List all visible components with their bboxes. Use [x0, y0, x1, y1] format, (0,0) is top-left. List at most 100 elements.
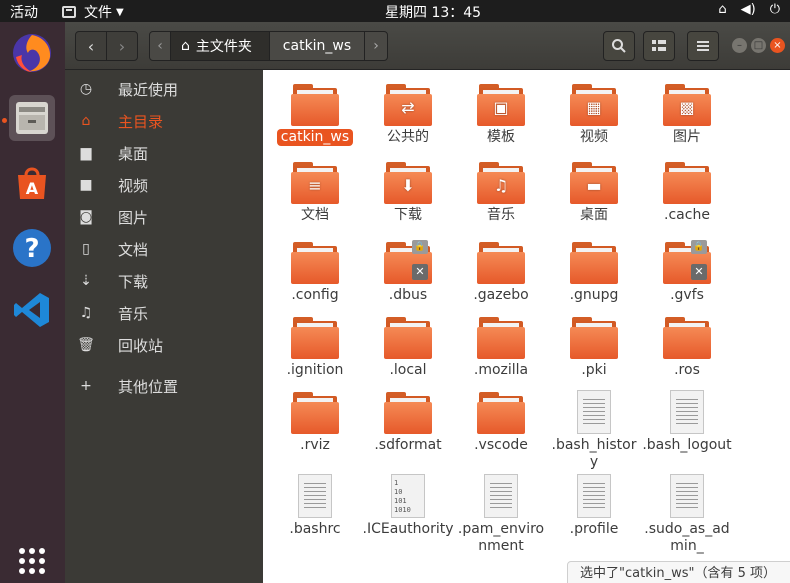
sidebar-item-label: 音乐	[118, 304, 149, 323]
maximize-button[interactable]: □	[751, 38, 766, 53]
folder-item[interactable]: .mozilla	[455, 315, 547, 379]
help-icon[interactable]: ?	[9, 225, 55, 271]
text-file-icon	[477, 474, 525, 518]
folder-icon	[570, 315, 618, 359]
folder-item[interactable]: .config	[269, 240, 361, 304]
app-menu[interactable]: 文件 ▼	[62, 2, 124, 22]
sidebar-item-label: 下载	[118, 272, 149, 291]
software-center-icon[interactable]: A	[9, 160, 55, 206]
breadcrumb-scroll-left[interactable]: ‹	[149, 31, 171, 61]
vscode-icon[interactable]	[9, 287, 55, 333]
lock-icon: 🔒	[691, 240, 707, 254]
folder-emblem-icon: ⬇	[401, 176, 415, 195]
folder-item[interactable]: 🔒 ✕ .dbus	[362, 240, 454, 304]
sidebar-item[interactable]: ■ 视频	[65, 170, 263, 200]
back-button[interactable]: ‹	[75, 31, 107, 61]
folder-item[interactable]: ⬇ 下载	[362, 160, 454, 224]
file-name-label: .pki	[581, 362, 607, 378]
folder-emblem-icon: ▣	[493, 98, 509, 117]
sidebar-item-label: 文档	[118, 240, 149, 259]
minimize-icon: –	[737, 40, 742, 51]
sidebar-item[interactable]: 🗑 回收站	[65, 330, 263, 360]
folder-icon: ⇄	[384, 82, 432, 126]
home-icon: ⌂	[181, 38, 190, 54]
folder-item[interactable]: .local	[362, 315, 454, 379]
clock[interactable]: 星期四 13：45	[385, 2, 481, 22]
text-file-icon	[663, 390, 711, 434]
folder-item[interactable]: .rviz	[269, 390, 361, 454]
close-button[interactable]: ×	[770, 38, 785, 53]
volume-icon[interactable]: ◀)	[741, 2, 756, 17]
system-tray[interactable]: ⌂ ◀) ⏻	[718, 2, 780, 17]
forward-button[interactable]: ›	[106, 31, 138, 61]
folder-item[interactable]: .sdformat	[362, 390, 454, 454]
sidebar-item[interactable]: ⇣ 下载	[65, 266, 263, 296]
clock-icon: ◷	[79, 81, 93, 97]
folder-item[interactable]: ▦ 视频	[548, 82, 640, 146]
files-icon[interactable]	[9, 95, 55, 141]
file-name-label: 模板	[487, 129, 515, 145]
folder-emblem-icon: ≡	[308, 176, 322, 195]
sidebar-item[interactable]: ◙ 图片	[65, 202, 263, 232]
folder-icon	[477, 390, 525, 434]
menu-button[interactable]	[687, 31, 719, 61]
folder-item[interactable]: .vscode	[455, 390, 547, 454]
folder-item[interactable]: 🔒 ✕ .gvfs	[641, 240, 733, 304]
folder-emblem-icon: ▦	[586, 98, 602, 117]
folder-item[interactable]: .cache	[641, 160, 733, 224]
folder-item[interactable]: ▩ 图片	[641, 82, 733, 146]
sidebar-item[interactable]: ▯ 文档	[65, 234, 263, 264]
file-item[interactable]: 1 10 101 1010 .ICEauthority	[362, 474, 454, 538]
folder-icon: 🔒 ✕	[663, 240, 711, 284]
folder-item[interactable]: .pki	[548, 315, 640, 379]
sidebar-item[interactable]: ⌂ 主目录	[65, 106, 263, 136]
folder-item[interactable]: ▣ 模板	[455, 82, 547, 146]
file-name-label: .ros	[674, 362, 700, 378]
video-icon: ■	[79, 177, 93, 193]
folder-item[interactable]: .gnupg	[548, 240, 640, 304]
show-apps-icon[interactable]	[9, 538, 55, 583]
breadcrumb-current-label: catkin_ws	[282, 38, 352, 54]
folder-item[interactable]: ≡ 文档	[269, 160, 361, 224]
file-item[interactable]: .bashrc	[269, 474, 361, 538]
no-access-icon: ✕	[412, 264, 428, 280]
sidebar-item[interactable]: ▆ 桌面	[65, 138, 263, 168]
file-item[interactable]: .profile	[548, 474, 640, 538]
file-item[interactable]: .pam_environment	[455, 474, 547, 555]
breadcrumb-scroll-right[interactable]: ›	[364, 31, 388, 61]
no-access-icon: ✕	[691, 264, 707, 280]
search-button[interactable]	[603, 31, 635, 61]
minimize-button[interactable]: –	[732, 38, 747, 53]
folder-item[interactable]: .ros	[641, 315, 733, 379]
file-item[interactable]: .bash_logout	[641, 390, 733, 454]
sidebar-item[interactable]: ♫ 音乐	[65, 298, 263, 328]
hamburger-menu-icon	[697, 41, 709, 51]
folder-icon	[384, 390, 432, 434]
file-item[interactable]: .bash_history	[548, 390, 640, 471]
accessibility-icon[interactable]: ⌂	[718, 2, 726, 17]
breadcrumb-home[interactable]: ⌂ 主文件夹	[170, 31, 270, 61]
folder-icon: ♫	[477, 160, 525, 204]
breadcrumb-current[interactable]: catkin_ws	[269, 31, 365, 61]
header-bar: ‹ › ‹ ⌂ 主文件夹 catkin_ws › – □ ×	[65, 22, 790, 70]
sidebar-item[interactable]: + 其他位置	[65, 371, 263, 401]
folder-item[interactable]: .gazebo	[455, 240, 547, 304]
sidebar-item[interactable]: ◷ 最近使用	[65, 74, 263, 104]
file-name-label: .vscode	[474, 437, 528, 453]
folder-item[interactable]: ▬ 桌面	[548, 160, 640, 224]
binary-file-icon: 1 10 101 1010	[384, 474, 432, 518]
power-icon[interactable]: ⏻	[770, 2, 780, 17]
file-item[interactable]: .sudo_as_admin_	[641, 474, 733, 555]
folder-item[interactable]: catkin_ws	[269, 82, 361, 146]
firefox-icon[interactable]	[9, 30, 55, 76]
folder-item[interactable]: ♫ 音乐	[455, 160, 547, 224]
folder-item[interactable]: ⇄ 公共的	[362, 82, 454, 146]
file-name-label: .mozilla	[473, 362, 529, 378]
sidebar-item-label: 最近使用	[118, 80, 179, 99]
file-name-label: .bash_logout	[642, 437, 732, 453]
folder-item[interactable]: .ignition	[269, 315, 361, 379]
activities-button[interactable]: 活动	[10, 2, 38, 22]
view-toggle-button[interactable]	[643, 31, 675, 61]
folder-icon	[291, 240, 339, 284]
file-name-label: .gnupg	[569, 287, 619, 303]
